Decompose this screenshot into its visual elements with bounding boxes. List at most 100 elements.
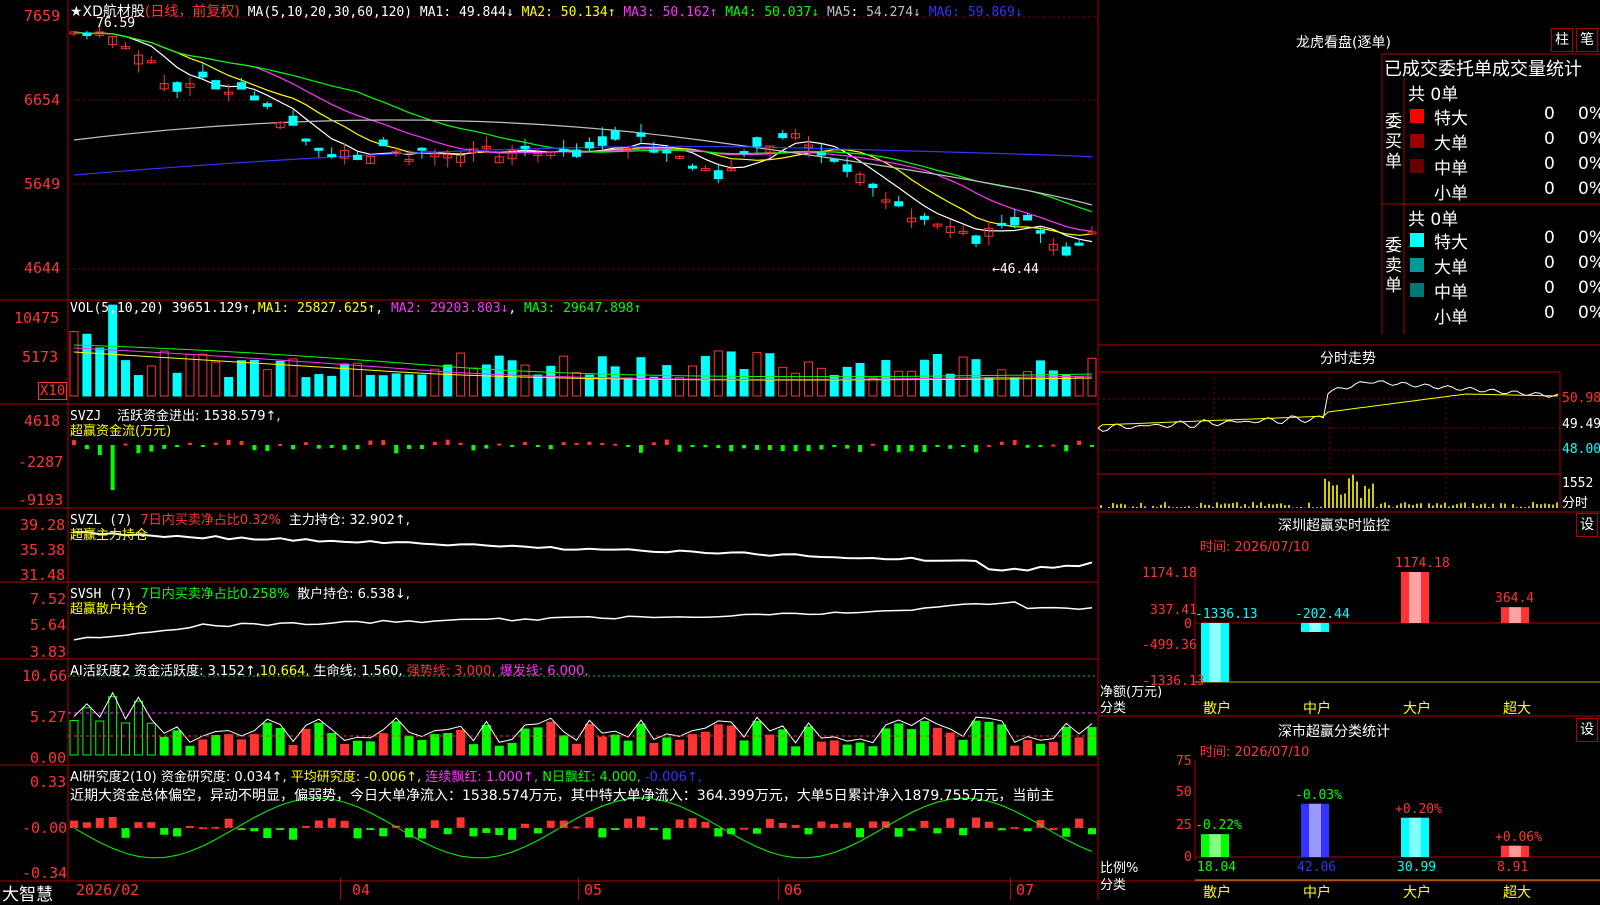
flow-bar: [691, 445, 695, 447]
activity-bar: [843, 745, 851, 755]
buy-total: 共 0单: [1408, 80, 1458, 105]
fenshi-vol-bar: [1168, 506, 1170, 508]
row-percent: 0%: [1578, 303, 1600, 323]
flow-bar: [897, 445, 901, 452]
fenshi-vol-bar: [1468, 507, 1470, 508]
research-bar: [160, 828, 168, 835]
monitor-settings-button[interactable]: 设: [1576, 513, 1598, 537]
fenshi-vol-bar: [1172, 507, 1174, 508]
flow-bar: [278, 444, 282, 446]
x-tick: 05: [584, 881, 602, 899]
class-settings-button[interactable]: 设: [1576, 718, 1598, 742]
monitor-title: 深圳超赢实时监控: [1278, 515, 1390, 535]
fenshi-vol-bar: [1520, 507, 1522, 508]
fenshi-vol-bar: [1548, 504, 1550, 508]
fenshi-vol-bar: [1456, 504, 1458, 508]
bar-view-button[interactable]: 柱: [1551, 28, 1573, 52]
flow-bar: [845, 445, 849, 449]
fenshi-vol-bar: [1552, 505, 1554, 508]
flow-bar: [510, 445, 514, 447]
activity-bar: [637, 724, 645, 755]
price-tick: 5649: [24, 175, 60, 193]
ai1-tick: 10.66: [22, 667, 67, 685]
activity-bar: [882, 729, 890, 755]
activity-bar: [444, 734, 452, 755]
flow-bar: [858, 445, 862, 452]
candle-body: [663, 150, 671, 153]
flow-bar: [98, 445, 102, 455]
vol-ma1-name: MA1: [258, 301, 281, 316]
row-name: 特大: [1434, 228, 1468, 253]
fenshi-vol-bar: [1180, 507, 1182, 508]
fenshi-title: 分时走势: [1320, 348, 1376, 368]
research-bar: [676, 819, 684, 828]
activity-bar: [933, 728, 941, 755]
class-bar-shine: [1309, 804, 1321, 857]
flow-bar: [1051, 445, 1055, 447]
fenshi-vol-bar: [1368, 489, 1370, 508]
fenshi-vol-bar: [1432, 506, 1434, 508]
activity-bar: [817, 742, 825, 755]
fenshi-vol-bar: [1276, 504, 1278, 508]
fenshi-vol-bar: [1300, 507, 1302, 508]
ma1-name: MA1: [420, 5, 443, 20]
fenshi-vol-bar: [1312, 507, 1314, 508]
activity-bar: [830, 741, 838, 755]
research-bar: [96, 818, 104, 828]
class-value-label: 8.91: [1497, 860, 1528, 875]
flow-bar: [149, 445, 153, 452]
fenshi-vol-bar: [1524, 507, 1526, 508]
research-bar: [534, 828, 542, 833]
activity-bar: [353, 741, 361, 755]
ma6-name: MA6: [929, 5, 952, 20]
kline-chart-canvas[interactable]: [0, 0, 1600, 900]
period-label[interactable]: (日线，前复权): [145, 4, 240, 20]
fenshi-vol-bar: [1140, 503, 1142, 508]
fenshi-vol-bar: [1484, 504, 1486, 508]
activity-bar: [508, 743, 516, 755]
fenshi-vol-bar: [1356, 481, 1358, 508]
fenshi-vol-bar: [1460, 503, 1462, 508]
flow-bar: [871, 444, 875, 446]
vol-bar: [560, 356, 568, 396]
fenshi-vol-bar: [1536, 504, 1538, 508]
candle-body: [701, 169, 709, 171]
monitor-bar-label: 364.4: [1495, 591, 1534, 606]
activity-bar: [856, 743, 864, 755]
activity-bar: [869, 747, 877, 755]
research-bar: [134, 822, 142, 828]
candle-body: [637, 133, 645, 137]
candle-body: [212, 81, 220, 89]
fenshi-vol-bar: [1504, 504, 1506, 508]
ai1-t5: 爆发线: 6.000,: [500, 664, 589, 679]
tick-view-button[interactable]: 笔: [1576, 28, 1598, 52]
flow-bar: [562, 442, 566, 445]
candle-body: [238, 83, 246, 89]
vol-bar: [830, 375, 838, 396]
activity-bar: [753, 721, 761, 755]
flow-bar: [227, 440, 231, 445]
fenshi-vol-bar: [1156, 507, 1158, 508]
ma6-value: 59.869↓: [968, 5, 1023, 20]
ai2-tick: -0.00: [22, 819, 67, 837]
vol-bar: [895, 371, 903, 396]
monitor-category: 超大: [1503, 698, 1531, 718]
activity-bar: [482, 725, 490, 755]
candle-body: [1011, 218, 1019, 225]
fenshi-vol-bar: [1268, 504, 1270, 508]
vol-bar: [933, 354, 941, 396]
fenshi-vol-bar: [1448, 507, 1450, 508]
candle-body: [560, 150, 568, 152]
activity-bar: [779, 730, 787, 755]
activity-bar: [83, 708, 91, 755]
ai1-label: AI活跃度2: [70, 664, 130, 679]
research-bar: [315, 820, 323, 828]
activity-bar: [959, 740, 967, 755]
ma4-value: 50.037↓: [764, 5, 819, 20]
monitor-bar-shine: [1409, 572, 1421, 623]
fenshi-vol-bar: [1428, 503, 1430, 508]
vol-bar: [611, 367, 619, 396]
fenshi-vol-bar: [1400, 503, 1402, 508]
flow-bar: [742, 445, 746, 448]
flow-bar: [729, 445, 733, 451]
